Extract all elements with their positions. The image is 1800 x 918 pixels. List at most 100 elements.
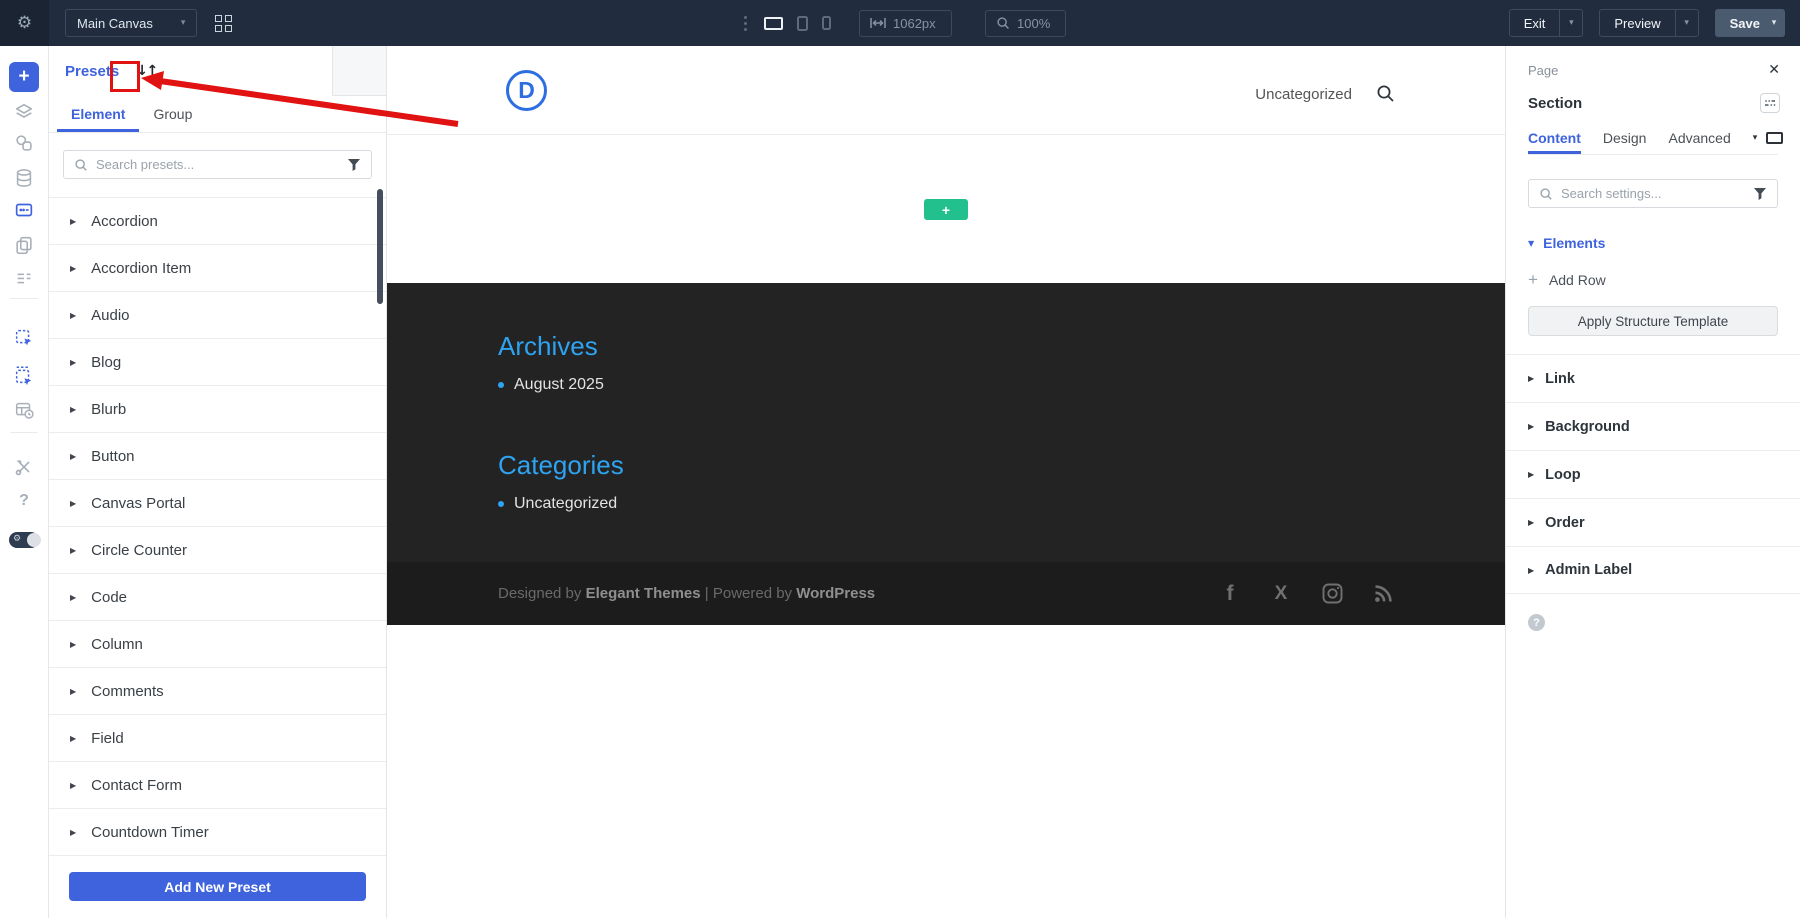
tablet-view-button[interactable] — [797, 16, 808, 31]
site-logo[interactable]: D — [506, 70, 547, 111]
rss-icon[interactable] — [1372, 582, 1394, 606]
preview-label: Preview — [1600, 10, 1674, 36]
facebook-icon[interactable]: f — [1219, 582, 1241, 606]
presets-panel-button-active[interactable] — [0, 199, 48, 221]
multi-select-mode-button[interactable] — [0, 364, 48, 386]
preset-row-comments[interactable]: ▶ Comments — [49, 668, 386, 715]
more-options-icon[interactable] — [744, 16, 747, 31]
preview-dropdown-chevron-icon[interactable]: ▾ — [1675, 10, 1698, 36]
settings-search — [1528, 179, 1778, 208]
design-library-button[interactable] — [0, 132, 48, 154]
phone-view-button[interactable] — [822, 16, 831, 30]
apply-structure-template-button[interactable]: Apply Structure Template — [1528, 306, 1778, 336]
toggle-knob — [27, 533, 41, 547]
gear-icon[interactable]: ⚙ — [17, 15, 32, 32]
plus-icon: + — [9, 62, 39, 92]
chevron-down-icon[interactable]: ▾ — [1753, 133, 1758, 143]
canvas-zoom-input[interactable] — [1017, 16, 1055, 31]
panel-scrollbar[interactable] — [377, 189, 383, 304]
x-twitter-icon[interactable]: X — [1270, 582, 1292, 606]
preset-row-label: Comments — [91, 683, 164, 700]
preset-row-accordion-item[interactable]: ▶Accordion Item — [49, 245, 386, 292]
preset-row-countdown-timer[interactable]: ▶Countdown Timer — [49, 809, 386, 856]
nav-item-uncategorized[interactable]: Uncategorized — [1255, 86, 1352, 103]
wordpress-link[interactable]: WordPress — [796, 585, 875, 602]
desktop-view-button[interactable] — [764, 17, 783, 30]
exit-button[interactable]: Exit ▾ — [1509, 9, 1584, 37]
caret-right-icon: ▶ — [70, 687, 76, 696]
group-label: Order — [1545, 515, 1585, 531]
preset-row-blurb[interactable]: ▶Blurb — [49, 386, 386, 433]
preset-row-column[interactable]: ▶Column — [49, 621, 386, 668]
add-new-preset-button[interactable]: Add New Preset — [69, 872, 366, 901]
group-order[interactable]: ▶Order — [1506, 498, 1800, 546]
caret-right-icon: ▶ — [70, 452, 76, 461]
tab-group[interactable]: Group — [139, 96, 206, 132]
tab-element[interactable]: Element — [57, 96, 139, 132]
tab-content[interactable]: Content — [1528, 121, 1581, 154]
canvas-width-input[interactable] — [893, 16, 941, 31]
add-section-button[interactable]: + — [924, 199, 968, 220]
group-background[interactable]: ▶Background — [1506, 402, 1800, 450]
preset-row-audio[interactable]: ▶Audio — [49, 292, 386, 339]
preset-row-canvas-portal[interactable]: ▶Canvas Portal — [49, 480, 386, 527]
preset-row-field[interactable]: ▶Field — [49, 715, 386, 762]
save-button[interactable]: Save ▾ — [1715, 9, 1785, 37]
presets-panel-title: Presets — [65, 63, 119, 80]
help-button[interactable]: ? — [0, 492, 48, 510]
layers-button[interactable] — [0, 101, 48, 123]
filter-funnel-icon[interactable] — [1753, 187, 1767, 201]
instagram-icon[interactable] — [1321, 582, 1343, 606]
filter-funnel-icon[interactable] — [347, 158, 361, 172]
save-dropdown-chevron-icon[interactable]: ▾ — [1764, 10, 1784, 36]
rows-list-button[interactable] — [0, 267, 48, 289]
archives-link[interactable]: August 2025 — [514, 376, 604, 394]
add-module-button[interactable]: + — [0, 62, 48, 92]
site-search-icon[interactable] — [1376, 84, 1395, 103]
table-clock-icon — [13, 399, 35, 421]
presets-search-input[interactable] — [96, 157, 339, 172]
footer-widgets-section[interactable]: Archives August 2025 Categories Uncatego… — [387, 283, 1505, 562]
layout-grid-icon[interactable] — [215, 15, 232, 32]
database-button[interactable] — [0, 167, 48, 189]
search-icon — [74, 158, 88, 172]
exit-dropdown-chevron-icon[interactable]: ▾ — [1559, 10, 1582, 36]
tools-button[interactable] — [0, 456, 48, 478]
preset-row-accordion[interactable]: ▶Accordion — [49, 198, 386, 245]
preset-row-blog[interactable]: ▶Blog — [49, 339, 386, 386]
group-admin-label[interactable]: ▶Admin Label — [1506, 546, 1800, 594]
widget-title-categories: Categories — [498, 450, 624, 481]
copy-pages-button[interactable] — [0, 234, 48, 256]
preset-row-label: Canvas Portal — [91, 495, 185, 512]
sort-presets-icon[interactable]: ↓↑ — [132, 60, 160, 82]
search-icon — [1539, 187, 1553, 201]
preset-row-label: Button — [91, 448, 134, 465]
canvas-select-dropdown[interactable]: Main Canvas ▾ — [65, 9, 197, 37]
builder-icon-sidebar: + ? — [0, 46, 49, 918]
group-link[interactable]: ▶Link — [1506, 354, 1800, 402]
history-table-button[interactable] — [0, 399, 48, 421]
responsive-desktop-icon[interactable] — [1766, 132, 1783, 144]
preset-row-code[interactable]: ▶Code — [49, 574, 386, 621]
save-label: Save — [1716, 10, 1764, 36]
elements-group-header[interactable]: ▼ Elements — [1528, 235, 1778, 251]
section-presets-button[interactable] — [1760, 93, 1780, 113]
tab-advanced[interactable]: Advanced — [1668, 121, 1730, 154]
builder-canvas[interactable]: D Uncategorized + Archives August 2025 C… — [387, 46, 1505, 918]
group-loop[interactable]: ▶Loop — [1506, 450, 1800, 498]
preview-button[interactable]: Preview ▾ — [1599, 9, 1698, 37]
builder-mode-toggle[interactable]: ⚙ — [0, 532, 48, 548]
select-mode-button[interactable] — [0, 327, 48, 349]
add-row-button[interactable]: + Add Row — [1528, 271, 1778, 288]
tab-design[interactable]: Design — [1603, 121, 1647, 154]
preset-row-circle-counter[interactable]: ▶Circle Counter — [49, 527, 386, 574]
preset-row-button[interactable]: ▶ Button — [49, 433, 386, 480]
preset-row-contact-form[interactable]: ▶Contact Form — [49, 762, 386, 809]
close-icon[interactable]: ✕ — [1768, 62, 1780, 78]
breadcrumb[interactable]: Page — [1528, 63, 1558, 78]
elegant-themes-link[interactable]: Elegant Themes — [586, 585, 701, 602]
credit-middle: | Powered by — [701, 585, 797, 602]
settings-search-input[interactable] — [1561, 186, 1745, 201]
categories-link[interactable]: Uncategorized — [514, 495, 617, 513]
help-circle-icon[interactable]: ? — [1528, 614, 1545, 631]
